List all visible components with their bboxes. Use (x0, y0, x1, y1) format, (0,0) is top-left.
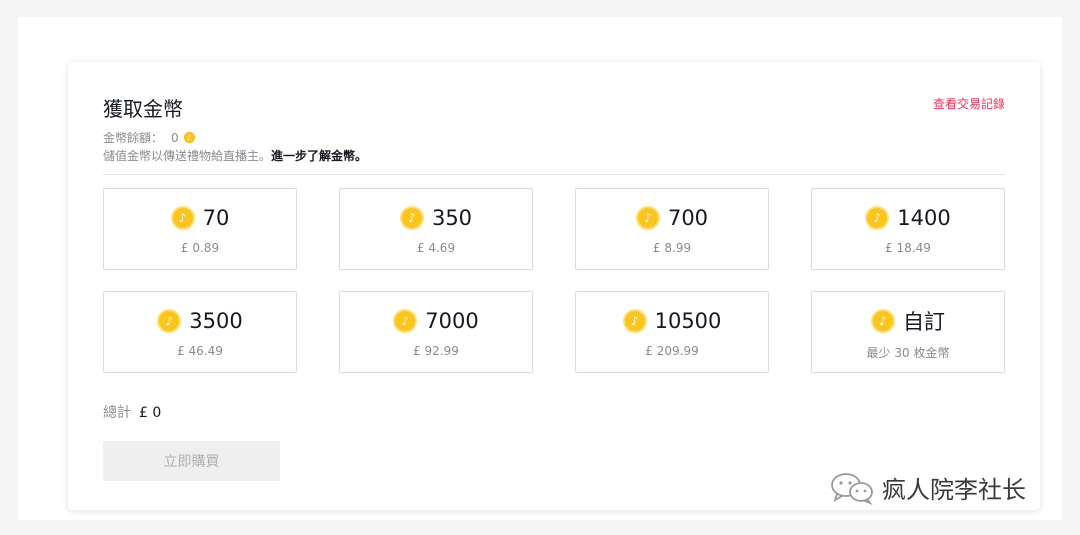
package-price: £ 46.49 (177, 344, 223, 358)
custom-coin-package[interactable]: ♪ 自訂 最少 30 枚金幣 (811, 291, 1005, 373)
coin-package[interactable]: ♪ 7000 £ 92.99 (339, 291, 533, 373)
description-text: 儲值金幣以傳送禮物給直播主。 (103, 149, 272, 163)
watermark: 疯人院李社长 (828, 470, 1026, 505)
wechat-icon (831, 472, 873, 505)
package-amount: 70 (202, 206, 230, 230)
package-amount: 1400 (897, 206, 951, 230)
coin-icon: ♪ (635, 206, 660, 230)
coin-package[interactable]: ♪ 70 £ 0.89 (103, 188, 297, 270)
package-amount: 7000 (425, 309, 479, 333)
package-price: £ 8.99 (652, 241, 692, 255)
coin-icon: ♪ (871, 309, 895, 333)
transaction-history-link[interactable]: 查看交易記錄 (933, 95, 1005, 112)
package-amount: 10500 (654, 309, 722, 333)
coin-package[interactable]: ♪ 700 £ 8.99 (575, 188, 769, 270)
package-amount: 700 (667, 206, 709, 230)
page-background: 獲取金幣 查看交易記錄 金幣餘額： 0 ♪ 儲值金幣以傳送禮物給直播主。進一步了… (18, 17, 1062, 520)
balance-value: 0 (171, 130, 179, 145)
package-price: £ 18.49 (885, 241, 931, 255)
package-price: £ 92.99 (413, 344, 459, 358)
coins-description: 儲值金幣以傳送禮物給直播主。進一步了解金幣。 (103, 147, 367, 164)
coin-package[interactable]: ♪ 1400 £ 18.49 (811, 188, 1005, 270)
total-label: 總計 (103, 405, 131, 421)
coin-icon: ♪ (157, 309, 182, 333)
package-amount: 3500 (189, 309, 243, 333)
coin-package[interactable]: ♪ 3500 £ 46.49 (103, 291, 297, 373)
get-coins-panel: 獲取金幣 查看交易記錄 金幣餘額： 0 ♪ 儲值金幣以傳送禮物給直播主。進一步了… (68, 62, 1040, 510)
package-price: £ 209.99 (645, 344, 699, 358)
package-amount: 350 (431, 206, 473, 230)
learn-more-link[interactable]: 進一步了解金幣。 (271, 149, 367, 163)
package-price: £ 0.89 (180, 241, 220, 255)
total-row: 總計 £ 0 (103, 402, 161, 422)
coin-icon: ♪ (183, 132, 195, 143)
buy-now-button[interactable]: 立即購買 (103, 441, 280, 481)
coin-icon: ♪ (865, 206, 890, 230)
package-minimum: 最少 30 枚金幣 (866, 346, 950, 360)
coin-icon: ♪ (393, 309, 418, 333)
package-amount: 自訂 (903, 310, 945, 334)
coin-icon: ♪ (399, 206, 424, 230)
page-title: 獲取金幣 (103, 97, 183, 121)
coin-balance: 金幣餘額： 0 ♪ (103, 129, 195, 146)
package-price: £ 4.69 (416, 241, 456, 255)
coin-icon: ♪ (170, 206, 195, 230)
coin-package[interactable]: ♪ 10500 £ 209.99 (575, 291, 769, 373)
divider (103, 174, 1005, 175)
coin-icon: ♪ (622, 309, 647, 333)
coin-package[interactable]: ♪ 350 £ 4.69 (339, 188, 533, 270)
coin-package-grid: ♪ 70 £ 0.89 ♪ 350 £ 4.69 ♪ 700 £ 8.99 ♪ 1400… (103, 188, 1005, 373)
total-value: £ 0 (139, 405, 162, 421)
watermark-text: 疯人院李社长 (882, 476, 1026, 504)
balance-label: 金幣餘額： (103, 131, 164, 145)
